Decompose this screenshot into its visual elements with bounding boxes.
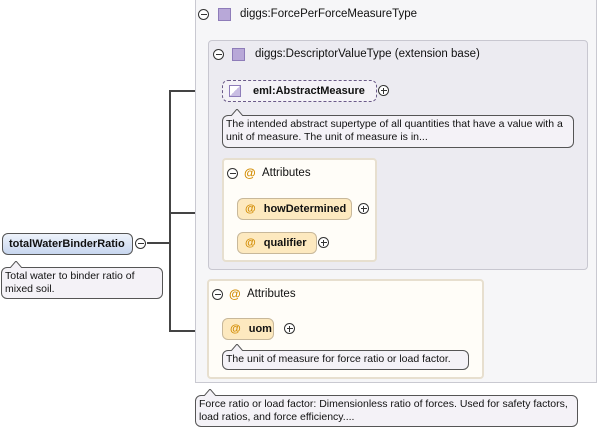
abstract-measure-expand-toggle[interactable] xyxy=(378,85,389,96)
attribute-qualifier-label: qualifier xyxy=(263,237,307,249)
outer-type-collapse-toggle[interactable] xyxy=(198,9,209,20)
doc-pointer xyxy=(231,109,243,116)
complex-type-icon xyxy=(232,48,245,61)
type-doc: Force ratio or load factor: Dimensionles… xyxy=(195,389,578,427)
outer-attributes-title: Attributes xyxy=(247,288,296,300)
attribute-symbol-icon: @ xyxy=(244,166,256,180)
doc-pointer xyxy=(231,344,243,351)
qualifier-expand-toggle[interactable] xyxy=(318,237,329,248)
inner-attributes-title: Attributes xyxy=(262,167,311,179)
root-element-label: totalWaterBinderRatio xyxy=(9,238,125,250)
attribute-symbol-icon: @ xyxy=(230,323,241,335)
attribute-uom[interactable]: @ uom xyxy=(222,318,274,340)
base-type-collapse-toggle[interactable] xyxy=(213,49,224,60)
how-determined-expand-toggle[interactable] xyxy=(358,203,369,214)
abstract-measure-label: eml:AbstractMeasure xyxy=(253,85,365,97)
attribute-how-determined-label: howDetermined xyxy=(263,203,347,215)
type-doc-text: Force ratio or load factor: Dimensionles… xyxy=(199,398,568,423)
doc-pointer xyxy=(204,389,216,396)
uom-doc-text: The unit of measure for force ratio or l… xyxy=(226,353,451,365)
complex-type-icon xyxy=(218,8,231,21)
abstract-measure-doc-text: The intended abstract supertype of all q… xyxy=(226,118,563,143)
abstract-element-icon xyxy=(229,85,241,97)
attribute-uom-label: uom xyxy=(248,323,272,335)
attribute-symbol-icon: @ xyxy=(245,203,256,215)
outer-attributes-collapse-toggle[interactable] xyxy=(212,289,223,300)
uom-expand-toggle[interactable] xyxy=(284,323,295,334)
outer-attributes-box: @ Attributes @ uom The unit of measure f… xyxy=(207,279,484,379)
doc-pointer xyxy=(10,261,22,268)
attribute-symbol-icon: @ xyxy=(245,237,256,249)
root-element-doc-text: Total water to binder ratio of mixed soi… xyxy=(5,270,135,295)
outer-type-label: diggs:ForcePerForceMeasureType xyxy=(240,8,418,20)
inner-attributes-collapse-toggle[interactable] xyxy=(227,168,238,179)
abstract-measure-element[interactable]: eml:AbstractMeasure xyxy=(222,80,377,102)
root-element-doc: Total water to binder ratio of mixed soi… xyxy=(1,261,163,299)
uom-doc: The unit of measure for force ratio or l… xyxy=(222,344,469,370)
attribute-symbol-icon: @ xyxy=(229,287,241,301)
base-type-label: diggs:DescriptorValueType (extension bas… xyxy=(255,48,480,60)
attribute-qualifier[interactable]: @ qualifier xyxy=(237,232,317,254)
root-element-collapse-toggle[interactable] xyxy=(135,238,146,249)
root-element-total-water-binder-ratio[interactable]: totalWaterBinderRatio xyxy=(2,233,133,255)
abstract-measure-doc: The intended abstract supertype of all q… xyxy=(222,109,574,148)
attribute-how-determined[interactable]: @ howDetermined xyxy=(237,198,352,220)
inner-attributes-box: @ Attributes @ howDetermined @ qualifier xyxy=(222,158,377,262)
